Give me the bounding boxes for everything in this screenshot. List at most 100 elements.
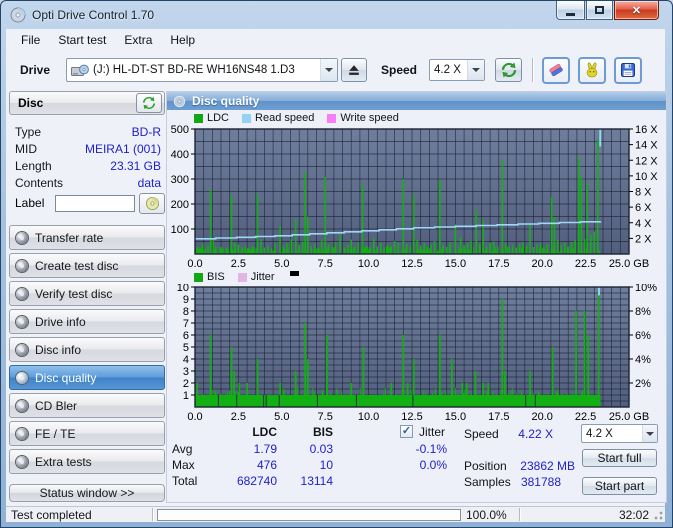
eject-button[interactable] <box>341 58 367 82</box>
svg-text:6%: 6% <box>635 330 651 342</box>
svg-text:22.5: 22.5 <box>575 411 596 421</box>
bis-swatch <box>194 272 203 282</box>
eraser-icon <box>549 64 563 77</box>
start-full-button[interactable]: Start full <box>582 449 657 467</box>
sidebar-item[interactable]: Transfer rate <box>9 225 165 250</box>
status-window-button[interactable]: Status window >> <box>9 484 165 502</box>
toolbar: Drive (J:) HL-DT-ST BD-RE WH16NS48 1.D3 … <box>6 51 665 89</box>
menu-item-help[interactable]: Help <box>161 31 204 49</box>
resize-grip[interactable] <box>652 509 664 521</box>
quality-speed-select[interactable]: 4.2 X <box>581 424 658 443</box>
quality-speed-dropdown-arrow[interactable] <box>642 425 657 442</box>
max-ldc-value: 476 <box>256 458 277 472</box>
svg-text:100: 100 <box>171 224 189 236</box>
cd-icon <box>16 343 28 356</box>
svg-text:12.5: 12.5 <box>401 258 422 269</box>
disc-info-row: Length 23.31 GB <box>15 157 161 174</box>
avg-bis-value: 0.03 <box>309 442 333 456</box>
samples-stat-value: 381788 <box>520 475 561 489</box>
client-area: File Start test Extra Help Drive (J:) HL… <box>6 29 667 522</box>
disc-label-button[interactable] <box>139 192 165 214</box>
cd-icon <box>16 371 28 384</box>
jitter-checkbox[interactable]: ✓ <box>400 425 413 438</box>
total-ldc-value: 682740 <box>236 474 277 488</box>
svg-text:10.0: 10.0 <box>358 258 379 269</box>
chevron-down-icon <box>646 431 654 436</box>
speed-select[interactable]: 4.2 X <box>429 59 486 81</box>
refresh-icon <box>501 62 516 78</box>
sidebar-item[interactable]: Disc info <box>9 337 165 362</box>
svg-text:14 X: 14 X <box>635 140 658 152</box>
label-row: Label <box>9 192 165 214</box>
legend-bis: BIS <box>194 271 225 283</box>
cd-icon <box>173 95 186 107</box>
main-panel: Disc quality LDC Read speed Write speed … <box>166 91 667 503</box>
sidebar-item-label: Transfer rate <box>35 230 104 245</box>
svg-text:300: 300 <box>171 174 189 186</box>
sidebar-item-label: FE / TE <box>35 426 76 441</box>
sidebar-item-label: Drive info <box>35 314 86 329</box>
speed-label: Speed <box>381 63 418 77</box>
window-title: Opti Drive Control 1.70 <box>32 8 155 22</box>
menu-item-extra[interactable]: Extra <box>115 31 161 49</box>
menu-item-start-test[interactable]: Start test <box>49 31 115 49</box>
check-icon: ✓ <box>401 425 412 437</box>
jitter-line-sample <box>289 270 299 276</box>
jitter-max-value: 0.0% <box>419 458 447 472</box>
start-part-button[interactable]: Start part <box>582 477 657 495</box>
cd-icon <box>16 427 28 440</box>
jitter-swatch <box>237 272 247 282</box>
sidebar-item[interactable]: Create test disc <box>9 253 165 278</box>
cd-icon <box>16 455 28 468</box>
menu-item-file[interactable]: File <box>12 31 49 49</box>
disc-info-label: Type <box>15 124 42 139</box>
maximize-icon <box>595 6 604 14</box>
disc-refresh-button[interactable] <box>136 93 162 113</box>
save-button[interactable] <box>614 56 643 84</box>
disc-info-row: Contents data <box>15 174 161 191</box>
svg-text:2 X: 2 X <box>635 233 652 245</box>
close-button[interactable]: ✕ <box>614 1 659 20</box>
refresh-button[interactable] <box>495 58 523 82</box>
ldc-swatch <box>194 113 203 123</box>
svg-text:7: 7 <box>183 318 189 330</box>
svg-text:2.5: 2.5 <box>231 258 246 269</box>
sidebar-item[interactable]: Drive info <box>9 309 165 334</box>
main-panel-title: Disc quality <box>192 94 260 108</box>
sidebar-item[interactable]: Disc quality <box>9 365 165 390</box>
app-icon <box>10 7 26 23</box>
max-bis-value: 10 <box>319 458 333 472</box>
sidebar-item[interactable]: CD Bler <box>9 393 165 418</box>
caption-buttons: ✕ <box>556 1 659 20</box>
sidebar-nav: Transfer rate Create test disc Verify te… <box>9 225 165 474</box>
svg-text:1: 1 <box>183 390 189 402</box>
svg-text:8 X: 8 X <box>635 187 652 199</box>
legend-write-speed: Write speed <box>327 112 399 124</box>
drive-select[interactable]: (J:) HL-DT-ST BD-RE WH16NS48 1.D3 <box>66 58 338 82</box>
ldc-column-header: LDC <box>252 425 277 439</box>
drive-dropdown-arrow[interactable] <box>320 59 337 81</box>
bis-column-header: BIS <box>312 425 333 439</box>
total-row-label: Total <box>172 474 198 488</box>
svg-text:0.0: 0.0 <box>187 411 202 421</box>
svg-text:500: 500 <box>171 125 189 136</box>
disc-info-row: Type BD-R <box>15 123 161 140</box>
svg-text:8: 8 <box>183 306 189 318</box>
sidebar-item-label: Verify test disc <box>35 286 113 301</box>
sidebar-item[interactable]: Extra tests <box>9 449 165 474</box>
svg-text:20.0: 20.0 <box>531 411 552 421</box>
speed-dropdown-arrow[interactable] <box>467 60 485 80</box>
disc-info-row: MID MEIRA1 (001) <box>15 140 161 157</box>
progress-bar <box>157 509 461 521</box>
speed-stat-value: 4.22 X <box>518 427 553 441</box>
rabbit-button[interactable] <box>578 56 607 84</box>
erase-disc-button[interactable] <box>542 56 571 84</box>
maximize-button[interactable] <box>586 1 613 20</box>
svg-text:2: 2 <box>183 378 189 390</box>
sidebar-item[interactable]: FE / TE <box>9 421 165 446</box>
minimize-button[interactable] <box>556 1 585 20</box>
cd-icon <box>145 196 159 210</box>
sidebar-item[interactable]: Verify test disc <box>9 281 165 306</box>
label-field[interactable] <box>55 194 136 212</box>
disc-info: Type BD-R MID MEIRA1 (001) Length 23.31 … <box>9 115 165 191</box>
